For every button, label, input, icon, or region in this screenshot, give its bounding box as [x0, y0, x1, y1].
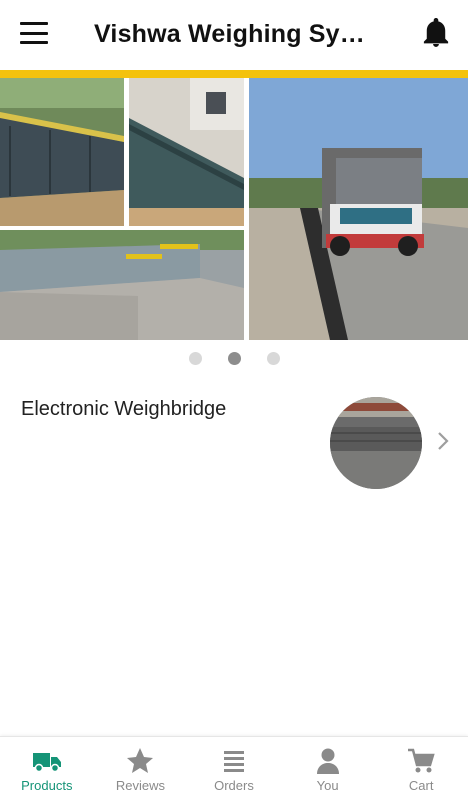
nav-you-label: You [316, 778, 339, 793]
nav-orders[interactable]: Orders [187, 737, 281, 800]
carousel-dot-1[interactable] [188, 352, 202, 365]
nav-reviews[interactable]: Reviews [94, 737, 188, 800]
chevron-right-icon[interactable] [436, 429, 450, 453]
weighbridge-image [330, 397, 422, 489]
product-name: Electronic Weighbridge [21, 398, 227, 420]
cart-icon [408, 748, 435, 773]
banner-carousel[interactable] [0, 78, 468, 340]
star-icon [127, 748, 154, 773]
person-icon [316, 748, 339, 774]
hamburger-menu-icon[interactable] [20, 22, 48, 44]
nav-reviews-label: Reviews [115, 778, 165, 793]
nav-products[interactable]: Products [0, 737, 94, 800]
app-title: Vishwa Weighing Syst… [94, 20, 374, 48]
truck-icon [32, 753, 61, 773]
banner-image [0, 78, 468, 340]
carousel-indicator [0, 352, 468, 365]
accent-bar [0, 70, 468, 78]
bottom-navigation: Products Reviews Orders You Cart [0, 736, 468, 800]
banner-photo-weighbridge-3 [0, 230, 244, 340]
app-bar: Vishwa Weighing Syst… [0, 0, 468, 70]
nav-cart-label: Cart [408, 778, 434, 793]
nav-cart[interactable]: Cart [374, 737, 468, 800]
carousel-dot-2[interactable] [227, 352, 241, 365]
nav-you[interactable]: You [281, 737, 375, 800]
list-icon [223, 751, 244, 772]
carousel-dot-3[interactable] [266, 352, 280, 365]
nav-orders-label: Orders [214, 778, 254, 793]
product-item[interactable]: Electronic Weighbridge [0, 385, 468, 497]
nav-products-label: Products [21, 778, 73, 793]
banner-photo-truck [249, 78, 468, 340]
bell-icon[interactable] [422, 18, 450, 48]
banner-photo-weighbridge-2 [129, 78, 244, 226]
banner-photo-weighbridge-1 [0, 78, 124, 226]
